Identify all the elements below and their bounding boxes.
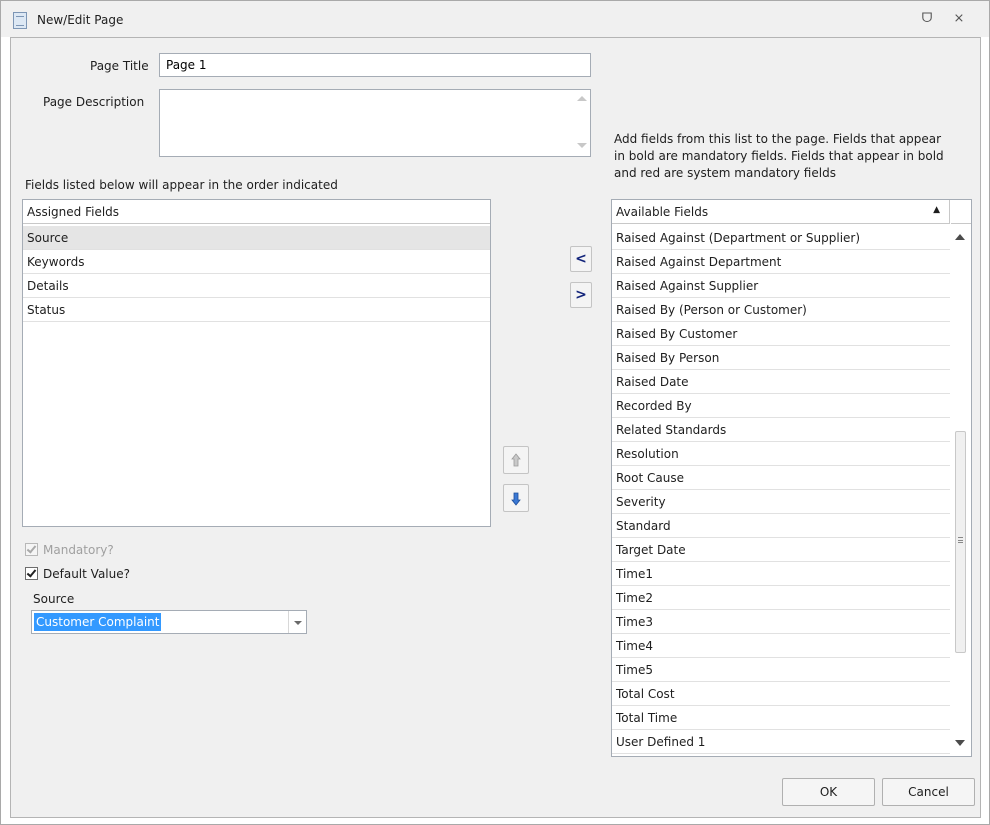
check-icon [26, 567, 37, 578]
assigned-fields-grid[interactable]: Assigned Fields Source Keywords Details … [22, 199, 491, 527]
available-row[interactable]: Time5 [612, 658, 950, 682]
dialog-window: New/Edit Page ᗜ ⨯ Page Title Page 1 Page… [0, 0, 990, 825]
source-dropdown[interactable]: Customer Complaint [31, 610, 307, 634]
available-row[interactable]: User Defined 2 [612, 754, 950, 756]
source-selected-value: Customer Complaint [34, 613, 162, 631]
available-row[interactable]: Total Time [612, 706, 950, 730]
available-row[interactable]: Related Standards [612, 418, 950, 442]
available-row[interactable]: Time4 [612, 634, 950, 658]
remove-field-button[interactable]: > [570, 282, 592, 308]
move-down-button[interactable] [503, 484, 529, 512]
available-row[interactable]: User Defined 1 [612, 730, 950, 754]
available-note-line2: in bold are mandatory fields. Fields tha… [614, 149, 944, 163]
add-field-button[interactable]: < [570, 246, 592, 272]
available-row[interactable]: Time2 [612, 586, 950, 610]
available-row[interactable]: Raised By Person [612, 346, 950, 370]
sort-ascending-icon: ▲ [933, 205, 940, 215]
available-row[interactable]: Standard [612, 514, 950, 538]
available-row[interactable]: Raised Against Department [612, 250, 950, 274]
title-bar: New/Edit Page ᗜ ⨯ [1, 1, 989, 37]
available-row[interactable]: Time3 [612, 610, 950, 634]
chevron-down-icon[interactable] [288, 611, 306, 633]
ok-button[interactable]: OK [782, 778, 875, 806]
assigned-row[interactable]: Status [23, 298, 490, 322]
mandatory-checkbox[interactable] [25, 543, 38, 556]
scroll-down-icon[interactable] [577, 143, 587, 148]
available-row[interactable]: Raised By Customer [612, 322, 950, 346]
available-row[interactable]: Total Cost [612, 682, 950, 706]
scroll-up-icon[interactable] [955, 234, 965, 240]
assigned-fields-header[interactable]: Assigned Fields [23, 200, 490, 224]
available-note-line1: Add fields from this list to the page. F… [614, 132, 942, 146]
move-up-button[interactable] [503, 446, 529, 474]
dialog-body: Page Title Page 1 Page Description Field… [10, 37, 981, 818]
check-icon [26, 543, 37, 554]
assigned-row[interactable]: Keywords [23, 250, 490, 274]
available-fields-header-label: Available Fields [616, 205, 709, 219]
available-row[interactable]: Raised Against Supplier [612, 274, 950, 298]
cancel-button[interactable]: Cancel [882, 778, 975, 806]
page-description-label: Page Description [43, 95, 145, 109]
header-corner [951, 200, 971, 224]
page-title-input[interactable]: Page 1 [159, 53, 591, 77]
available-row[interactable]: Raised Date [612, 370, 950, 394]
default-value-checkbox[interactable] [25, 567, 38, 580]
default-value-label: Default Value? [43, 567, 130, 581]
order-note: Fields listed below will appear in the o… [25, 178, 338, 192]
description-scrollbar[interactable] [573, 90, 590, 156]
available-row[interactable]: Time1 [612, 562, 950, 586]
arrow-down-icon [511, 492, 521, 506]
page-title-label: Page Title [90, 59, 149, 73]
pin-icon[interactable]: ᗜ [918, 10, 936, 28]
page-description-input[interactable] [159, 89, 591, 157]
available-row[interactable]: Severity [612, 490, 950, 514]
mandatory-label: Mandatory? [43, 543, 114, 557]
scrollbar-thumb[interactable] [955, 431, 966, 653]
assigned-row[interactable]: Details [23, 274, 490, 298]
source-label: Source [33, 592, 75, 606]
available-row[interactable]: Target Date [612, 538, 950, 562]
close-icon[interactable]: ⨯ [950, 10, 968, 28]
assigned-row[interactable]: Source [23, 226, 490, 250]
available-row[interactable]: Raised By (Person or Customer) [612, 298, 950, 322]
available-row[interactable]: Resolution [612, 442, 950, 466]
available-scrollbar[interactable] [952, 226, 969, 756]
available-note-line3: and red are system mandatory fields [614, 166, 836, 180]
scroll-down-icon[interactable] [955, 740, 965, 746]
available-fields-grid[interactable]: Available Fields ▲ Raised Against (Depar… [611, 199, 972, 757]
available-row[interactable]: Raised Against (Department or Supplier) [612, 226, 950, 250]
available-fields-header[interactable]: Available Fields ▲ [612, 200, 950, 224]
available-row[interactable]: Recorded By [612, 394, 950, 418]
window-title: New/Edit Page [37, 13, 124, 27]
page-icon [13, 12, 27, 29]
available-row[interactable]: Root Cause [612, 466, 950, 490]
scroll-up-icon[interactable] [577, 96, 587, 101]
arrow-up-icon [511, 453, 521, 467]
